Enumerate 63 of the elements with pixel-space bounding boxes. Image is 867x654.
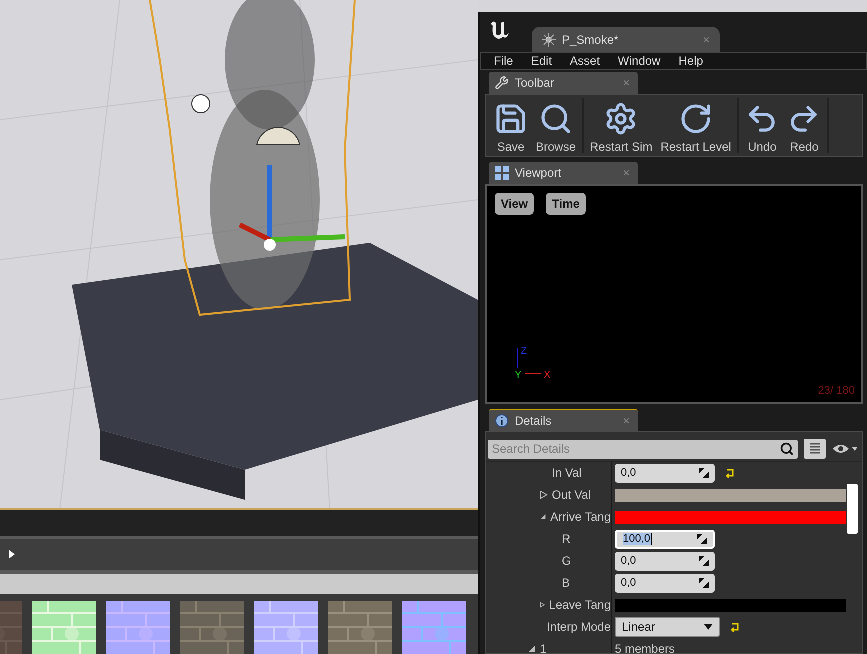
- document-tab[interactable]: P_Smoke* ×: [532, 27, 720, 52]
- viewport-menu-button[interactable]: View: [495, 193, 534, 215]
- details-tab[interactable]: Details ×: [489, 409, 638, 431]
- menu-item[interactable]: Asset: [561, 53, 610, 69]
- eye-icon[interactable]: [832, 443, 858, 455]
- property-label: Leave Tang: [549, 598, 611, 612]
- expand-arrow-icon[interactable]: [540, 491, 548, 499]
- toolbar-button[interactable]: Browse: [532, 98, 580, 155]
- spin-handle-icon[interactable]: [699, 556, 709, 566]
- property-label: R: [562, 532, 571, 546]
- property-label: In Val: [552, 466, 582, 480]
- preview-viewport[interactable]: View Time Z Y X 23/ 180: [485, 184, 863, 404]
- number-field[interactable]: 100,0: [615, 530, 715, 548]
- property-label: Arrive Tang: [550, 510, 611, 524]
- spin-handle-icon[interactable]: [699, 578, 709, 588]
- search-field[interactable]: Search Details: [488, 440, 798, 458]
- grid-icon: [495, 166, 509, 180]
- axis-label: Z: [521, 346, 528, 357]
- toolbar-button[interactable]: Restart Sim: [586, 98, 657, 155]
- viewport-tab[interactable]: Viewport ×: [489, 162, 638, 184]
- color-swatch[interactable]: [615, 488, 846, 502]
- viewport-menu-button[interactable]: Time: [546, 193, 586, 215]
- frame-counter: 23/ 180: [818, 385, 855, 397]
- menu-item[interactable]: Help: [670, 53, 712, 69]
- menu-item[interactable]: File: [485, 53, 522, 69]
- reset-arrow-icon[interactable]: [725, 468, 735, 478]
- search-icon: [539, 102, 573, 136]
- axis-label: Y: [515, 370, 522, 380]
- toolbar-button[interactable]: Save: [490, 98, 532, 155]
- property-label: B: [562, 576, 570, 590]
- caret-icon: [704, 624, 713, 630]
- color-swatch[interactable]: [615, 510, 846, 524]
- particle-icon: [542, 32, 556, 46]
- number-field[interactable]: 0,0: [615, 552, 715, 570]
- info-icon: [495, 414, 509, 428]
- toolbar-button[interactable]: Undo: [741, 98, 784, 155]
- search-icon: [780, 442, 794, 456]
- scrollbar-thumb[interactable]: [847, 484, 858, 534]
- spin-handle-icon[interactable]: [697, 534, 707, 544]
- circular-arrow-icon: [679, 102, 714, 136]
- number-field[interactable]: 0,0: [615, 574, 715, 592]
- list-view-icon[interactable]: [804, 439, 826, 459]
- member-count: 5 members: [615, 642, 676, 653]
- menu-item[interactable]: Window: [609, 53, 670, 69]
- reset-arrow-icon[interactable]: [730, 622, 740, 632]
- property-label: Out Val: [552, 488, 592, 502]
- axis-label: X: [544, 370, 551, 380]
- menu-item[interactable]: Edit: [522, 53, 562, 69]
- spin-handle-icon[interactable]: [699, 468, 709, 478]
- toolbar-tab[interactable]: Toolbar ×: [489, 72, 638, 94]
- property-label: 1: [540, 642, 547, 653]
- toolbar-button[interactable]: Restart Level: [656, 98, 736, 155]
- play-icon[interactable]: [9, 550, 15, 559]
- number-field[interactable]: 0,0: [615, 464, 715, 482]
- expand-arrow-icon[interactable]: [540, 601, 546, 609]
- toolbar-button[interactable]: Redo: [783, 98, 826, 155]
- wrench-icon: [495, 76, 509, 90]
- collapse-arrow-icon[interactable]: [528, 645, 536, 653]
- property-label: Interp Mode: [546, 620, 611, 634]
- collapse-arrow-icon[interactable]: [540, 513, 547, 521]
- color-swatch[interactable]: [615, 598, 846, 612]
- property-label: G: [562, 554, 572, 568]
- interp-mode-dropdown[interactable]: Linear: [615, 617, 720, 637]
